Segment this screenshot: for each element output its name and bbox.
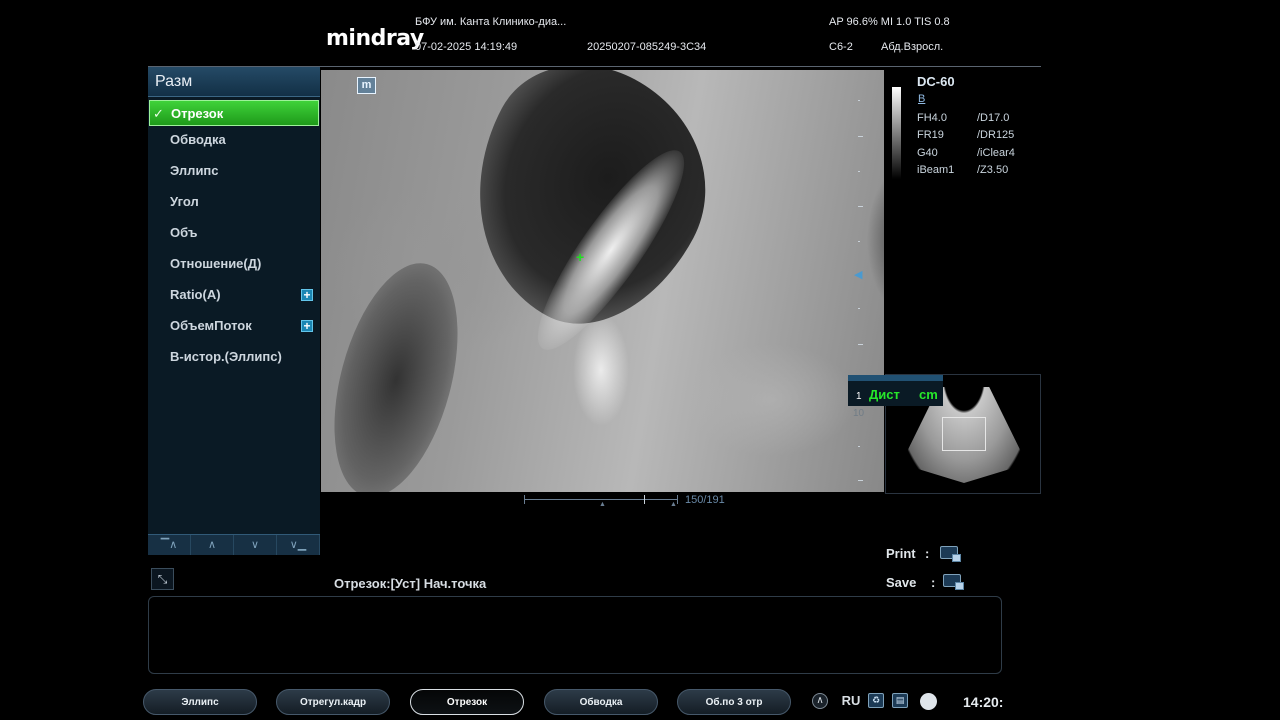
menu-item[interactable]: Ratio(A) + — [148, 281, 320, 312]
depth-tick — [858, 344, 863, 345]
menu-item-label: ОбъемПоток — [170, 318, 252, 333]
exam-id: 20250207-085249-3C34 — [587, 41, 707, 53]
menu-item-list: ✓ Отрезок Обводка Эллипс Угол Объ Отношение(Д)… — [148, 100, 320, 374]
print-icon[interactable] — [940, 546, 961, 562]
result-index: 1 — [856, 391, 862, 402]
print-label: Print — [886, 546, 916, 561]
menu-item-label: Эллипс — [170, 163, 219, 178]
comment-area[interactable] — [148, 596, 1002, 674]
language-indicator[interactable]: RU — [840, 693, 862, 709]
param-left: G40 — [917, 147, 938, 159]
save-separator: : — [931, 575, 936, 590]
param-right: /Z3.50 — [977, 164, 1009, 176]
clock-icon — [920, 693, 937, 710]
softkey-ellipse[interactable]: Эллипс — [143, 689, 257, 715]
menu-item-label: Угол — [170, 194, 199, 209]
param-left: FR19 — [917, 129, 944, 141]
exam-preset: Абд.Взросл. — [881, 41, 944, 53]
cine-end-marker-icon[interactable]: ▲ — [670, 501, 677, 508]
menu-item[interactable]: Обводка — [148, 126, 320, 157]
depth-label: 10 — [853, 408, 865, 419]
menu-item[interactable]: В-истор.(Эллипс) — [148, 343, 320, 374]
acoustic-output: AP 96.6% MI 1.0 TIS 0.8 — [829, 16, 950, 28]
softkey-distance[interactable]: Отрезок — [410, 689, 524, 715]
result-unit: cm — [919, 387, 938, 402]
menu-item[interactable]: ОбъемПоток + — [148, 312, 320, 343]
depth-tick — [858, 136, 863, 137]
save-icon[interactable] — [943, 574, 964, 590]
depth-tick — [858, 308, 860, 309]
cine-position-handle[interactable] — [644, 495, 645, 504]
measure-cursor-icon[interactable]: + — [576, 250, 584, 264]
save-label: Save — [886, 575, 917, 590]
menu-item[interactable]: Объ — [148, 219, 320, 250]
depth-tick — [858, 446, 860, 447]
menu-item-label: Обводка — [170, 132, 226, 147]
page-down-icon[interactable]: ∨ — [234, 535, 277, 555]
measure-tool-icon[interactable]: ⤡ — [151, 568, 174, 590]
mindray-logo: mindray — [326, 26, 424, 51]
softkey-three-distance-volume[interactable]: Об.по 3 отр — [677, 689, 791, 715]
system-model: DC-60 — [917, 74, 955, 89]
ultrasound-image[interactable]: m + — [321, 70, 884, 492]
cine-start-marker-icon[interactable]: ▲ — [599, 501, 606, 508]
network-icon[interactable]: ▤ — [892, 693, 908, 708]
depth-tick — [858, 100, 860, 101]
menu-item-label: Объ — [170, 225, 198, 240]
hypoechoic-region — [321, 249, 481, 492]
menu-item-label: Отношение(Д) — [170, 256, 262, 271]
first-page-icon[interactable]: ▔∧ — [148, 535, 191, 555]
zoom-region-box — [942, 417, 986, 451]
page-up-icon[interactable]: ∧ — [191, 535, 234, 555]
measurement-menu: Разм ✓ Отрезок Обводка Эллипс Угол Объ Отношен… — [148, 67, 320, 555]
grayscale-bar — [892, 87, 901, 179]
probe-name: C6-2 — [829, 41, 853, 53]
cine-frame-counter: 150/191 — [685, 494, 725, 506]
expand-plus-icon[interactable]: + — [301, 320, 313, 332]
focus-marker-icon: ◀ — [854, 269, 863, 281]
softkey-trace[interactable]: Обводка — [544, 689, 658, 715]
menu-item-label: Ratio(A) — [170, 287, 221, 302]
depth-tick — [858, 171, 860, 172]
chevron-up-icon[interactable]: ∧ — [812, 693, 828, 709]
menu-item[interactable]: ✓ Отрезок — [149, 100, 319, 126]
softkey-adjust-frame[interactable]: Отрегул.кадр — [276, 689, 390, 715]
menu-item[interactable]: Угол — [148, 188, 320, 219]
imaging-mode: B — [918, 93, 926, 105]
menu-title: Разм — [148, 67, 320, 97]
exam-datetime: 07-02-2025 14:19:49 — [415, 41, 518, 53]
param-right: /D17.0 — [977, 112, 1010, 124]
depth-tick — [858, 480, 863, 481]
depth-scale — [858, 100, 864, 490]
menu-pager: ▔∧ ∧ ∨ ∨▁ — [148, 534, 320, 555]
recycle-bin-icon[interactable]: ♻ — [868, 693, 884, 708]
institution-name: БФУ им. Канта Клинико-диа... — [415, 16, 567, 28]
result-label: Дист — [869, 387, 900, 402]
system-time: 14:20: — [963, 694, 1003, 710]
param-left: iBeam1 — [917, 164, 955, 176]
menu-item-label: В-истор.(Эллипс) — [170, 349, 282, 364]
status-prompt: Отрезок:[Уст] Нач.точка — [334, 576, 487, 591]
last-page-icon[interactable]: ∨▁ — [277, 535, 320, 555]
param-right: /DR125 — [977, 129, 1015, 141]
menu-item-label: Отрезок — [171, 106, 224, 121]
expand-plus-icon[interactable]: + — [301, 289, 313, 301]
depth-tick — [858, 206, 863, 207]
mode-badge-icon: m — [357, 77, 376, 94]
print-separator: : — [925, 546, 930, 561]
param-right: /iClear4 — [977, 147, 1015, 159]
check-icon: ✓ — [153, 106, 164, 121]
menu-item[interactable]: Эллипс — [148, 157, 320, 188]
depth-tick — [858, 241, 860, 242]
param-left: FH4.0 — [917, 112, 947, 124]
menu-item[interactable]: Отношение(Д) — [148, 250, 320, 281]
